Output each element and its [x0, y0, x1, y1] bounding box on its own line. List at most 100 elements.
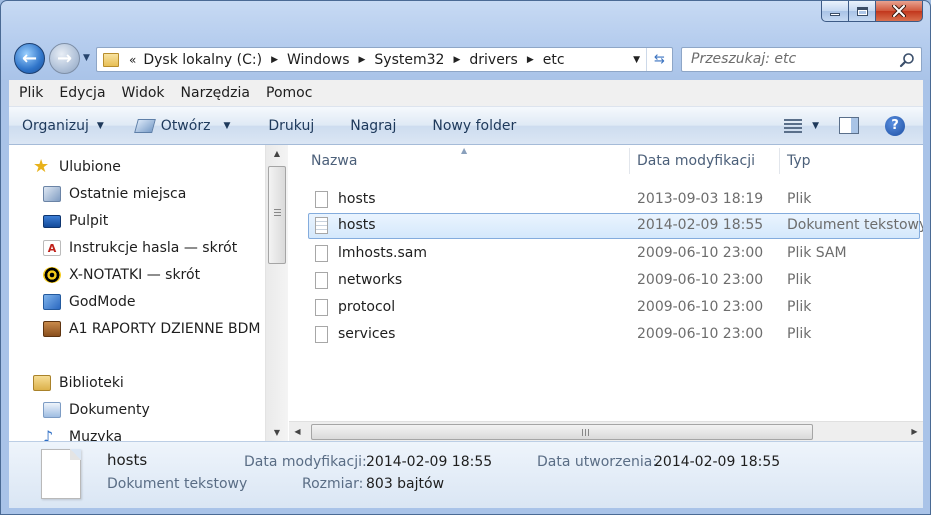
menu-file[interactable]: Plik	[19, 85, 43, 101]
search-icon[interactable]	[899, 52, 915, 68]
dropdown-arrow-icon: ▼	[223, 120, 231, 131]
nav-item-x-notatki[interactable]: X-NOTATKI — skrót	[43, 263, 200, 287]
open-with-icon	[133, 118, 156, 133]
breadcrumb-drive[interactable]: Dysk lokalny (C:)	[143, 52, 262, 68]
file-name: hosts	[338, 217, 376, 233]
nav-pane-scrollbar[interactable]: ▲ ▼	[265, 145, 288, 441]
documents-icon	[43, 402, 61, 418]
minimize-button[interactable]	[821, 1, 849, 22]
search-input[interactable]: Przeszukaj: etc	[681, 47, 922, 72]
dropdown-arrow-icon: ▼	[96, 120, 104, 131]
explorer-window: ← → ▼ « Dysk lokalny (C:) ▶ Windows ▶ Sy…	[0, 0, 931, 515]
menu-bar: Plik Edycja Widok Narzędzia Pomoc	[9, 80, 923, 107]
column-divider[interactable]	[779, 148, 780, 174]
command-bar: Organizuj ▼ Otwórz ▼ Drukuj Nagraj Nowy …	[9, 107, 923, 145]
open-label: Otwórz	[160, 117, 211, 134]
nav-item-password-instructions[interactable]: A Instrukcje hasla — skrót	[43, 236, 237, 260]
breadcrumb-separator-icon[interactable]: ▶	[359, 55, 366, 65]
view-dropdown-icon[interactable]: ▼	[812, 121, 819, 131]
menu-help[interactable]: Pomoc	[266, 85, 312, 101]
document-thumbnail-icon	[41, 449, 81, 499]
file-list: ▲ Nazwa Data modyfikacji Typ hosts 2013-…	[289, 145, 923, 421]
file-row[interactable]: networks 2009-06-10 23:00 Plik	[308, 268, 920, 294]
organize-label: Organizuj	[22, 117, 89, 134]
scrollbar-thumb[interactable]	[268, 166, 286, 264]
column-divider[interactable]	[629, 148, 630, 174]
caption-buttons	[821, 1, 923, 22]
refresh-button[interactable]: ⇆	[646, 48, 672, 71]
close-button[interactable]	[876, 1, 923, 22]
menu-view[interactable]: Widok	[122, 85, 165, 101]
forward-button[interactable]: →	[49, 43, 80, 74]
breadcrumb-separator-icon[interactable]: ▶	[527, 55, 534, 65]
menu-edit[interactable]: Edycja	[59, 85, 105, 101]
column-header-date[interactable]: Data modyfikacji	[637, 145, 755, 177]
new-folder-button[interactable]: Nowy folder	[406, 107, 526, 144]
file-row[interactable]: hosts 2013-09-03 18:19 Plik	[308, 187, 920, 213]
forward-arrow-icon: →	[56, 48, 73, 69]
help-icon[interactable]: ?	[885, 115, 905, 136]
scrollbar-thumb[interactable]	[311, 424, 813, 440]
breadcrumb-separator-icon[interactable]: ▶	[271, 55, 278, 65]
print-button[interactable]: Drukuj	[240, 107, 324, 144]
nav-item-label: Ostatnie miejsca	[69, 186, 187, 202]
back-button[interactable]: ←	[14, 43, 45, 74]
details-created-label: Data utworzenia:	[537, 454, 658, 470]
maximize-button[interactable]	[849, 1, 876, 22]
navigation-pane: ★ Ulubione Ostatnie miejsca Pulpit A Ins…	[9, 145, 265, 441]
organize-button[interactable]: Organizuj ▼	[9, 107, 114, 144]
close-icon	[892, 5, 906, 17]
file-type: Plik	[787, 272, 812, 288]
breadcrumb-drivers[interactable]: drivers	[469, 52, 517, 68]
navigation-bar: ← → ▼ « Dysk lokalny (C:) ▶ Windows ▶ Sy…	[1, 39, 930, 79]
column-header-name[interactable]: Nazwa	[311, 145, 357, 177]
file-icon	[315, 191, 328, 208]
nav-item-label: X-NOTATKI — skrót	[69, 267, 201, 283]
breadcrumb-overflow[interactable]: «	[129, 53, 136, 67]
change-view-icon[interactable]	[784, 118, 803, 133]
scroll-left-arrow-icon[interactable]: ◀	[289, 422, 306, 441]
file-date: 2009-06-10 23:00	[637, 326, 764, 342]
address-history-dropdown-icon[interactable]: ▼	[633, 55, 640, 65]
burn-button[interactable]: Nagraj	[324, 107, 406, 144]
breadcrumb-etc[interactable]: etc	[543, 52, 565, 68]
scroll-down-arrow-icon[interactable]: ▼	[266, 424, 288, 441]
grip-icon	[274, 209, 281, 218]
file-name: services	[338, 326, 396, 342]
open-button[interactable]: Otwórz ▼	[114, 107, 241, 144]
file-date: 2009-06-10 23:00	[637, 272, 764, 288]
file-row[interactable]: protocol 2009-06-10 23:00 Plik	[308, 295, 920, 321]
file-row-selected[interactable]: hosts 2014-02-09 18:55 Dokument tekstowy	[308, 213, 923, 239]
details-modified-label: Data modyfikacji:	[244, 454, 367, 470]
column-header-type[interactable]: Typ	[787, 145, 811, 177]
nav-item-documents[interactable]: Dokumenty	[43, 398, 150, 422]
recent-pages-dropdown[interactable]: ▼	[83, 53, 90, 63]
file-name: hosts	[338, 191, 376, 207]
scroll-right-arrow-icon[interactable]: ▶	[906, 422, 923, 441]
details-size-value: 803 bajtów	[366, 476, 445, 492]
file-row[interactable]: lmhosts.sam 2009-06-10 23:00 Plik SAM	[308, 241, 920, 267]
nav-item-music[interactable]: ♪ Muzyka	[43, 425, 122, 442]
nav-item-desktop[interactable]: Pulpit	[43, 209, 108, 233]
nav-item-godmode[interactable]: GodMode	[43, 290, 135, 314]
nav-item-recent-places[interactable]: Ostatnie miejsca	[43, 182, 186, 206]
file-date: 2013-09-03 18:19	[637, 191, 764, 207]
file-row[interactable]: services 2009-06-10 23:00 Plik	[308, 322, 920, 348]
file-list-horizontal-scrollbar[interactable]: ◀ ▶	[289, 421, 923, 441]
nav-item-label: Pulpit	[69, 213, 109, 229]
file-date: 2009-06-10 23:00	[637, 299, 764, 315]
grip-icon	[582, 429, 591, 436]
breadcrumb-windows[interactable]: Windows	[287, 52, 350, 68]
menu-tools[interactable]: Narzędzia	[181, 85, 250, 101]
scroll-up-arrow-icon[interactable]: ▲	[266, 145, 288, 162]
pdf-shortcut-icon: A	[43, 240, 61, 256]
nav-favorites-label: Ulubione	[59, 159, 121, 175]
desktop-icon	[43, 214, 61, 228]
nav-libraries[interactable]: Biblioteki	[33, 371, 124, 395]
breadcrumb-system32[interactable]: System32	[374, 52, 444, 68]
nav-item-a1-raporty[interactable]: A1 RAPORTY DZIENNE BDM	[43, 317, 260, 341]
address-bar[interactable]: « Dysk lokalny (C:) ▶ Windows ▶ System32…	[96, 47, 673, 72]
preview-pane-icon[interactable]	[839, 117, 859, 134]
nav-favorites[interactable]: ★ Ulubione	[33, 155, 121, 179]
breadcrumb-separator-icon[interactable]: ▶	[453, 55, 460, 65]
